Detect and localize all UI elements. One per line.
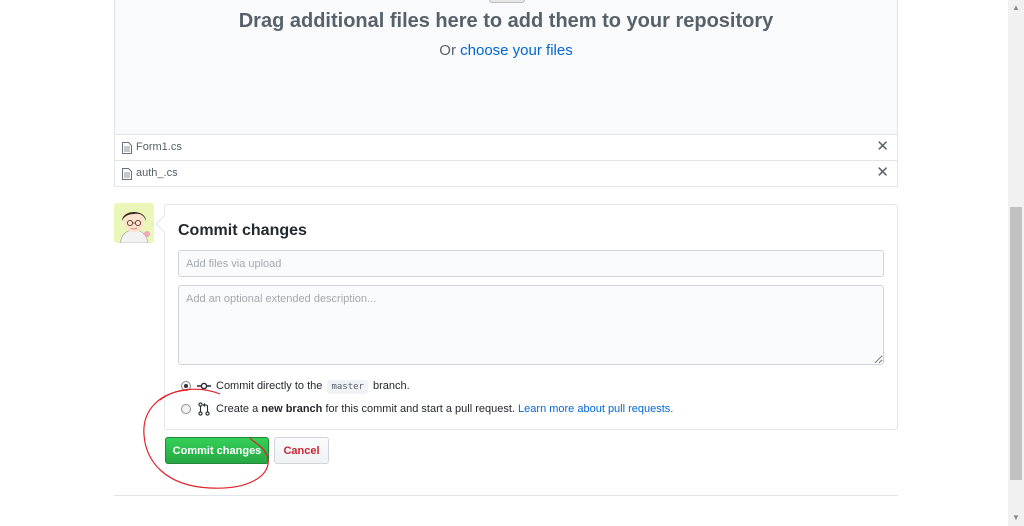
commit-summary-input[interactable] (178, 250, 884, 277)
file-icon (122, 142, 132, 154)
commit-changes-button[interactable]: Commit changes (165, 437, 269, 464)
x-icon[interactable]: ✕ (876, 139, 889, 155)
scroll-thumb[interactable] (1010, 207, 1022, 480)
commit-form-arrow (155, 215, 173, 233)
file-icon (122, 168, 132, 180)
scroll-down-icon[interactable]: ▼ (1008, 510, 1024, 526)
branch-name: master (327, 380, 368, 394)
file-name: Form1.cs (136, 141, 182, 153)
new-branch-label: Create a new branch for this commit and … (216, 403, 673, 415)
dropzone-or-text: Or (439, 42, 456, 59)
uploaded-file-list: Form1.cs ✕ auth_.cs ✕ (114, 134, 898, 187)
learn-pull-requests-link[interactable]: Learn more about pull requests. (518, 403, 673, 415)
git-pull-request-icon (198, 402, 210, 416)
choose-files-link[interactable]: choose your files (460, 42, 573, 59)
commit-direct-radio[interactable] (181, 381, 191, 391)
file-row: auth_.cs ✕ (115, 160, 897, 186)
new-branch-prefix: Create a (216, 403, 259, 415)
commit-title: Commit changes (178, 222, 307, 239)
avatar[interactable] (114, 203, 154, 243)
new-branch-radio[interactable] (181, 404, 191, 414)
commit-direct-prefix: Commit directly to the (216, 380, 323, 392)
new-branch-bold: new branch (261, 403, 323, 415)
footer-divider (114, 495, 898, 496)
avatar-illustration-icon (114, 203, 154, 243)
dropzone-subtitle: Or choose your files (115, 42, 897, 59)
cancel-button[interactable]: Cancel (274, 437, 329, 464)
dropzone-title: Drag additional files here to add them t… (238, 10, 774, 32)
git-commit-icon (197, 382, 211, 390)
file-name: auth_.cs (136, 167, 178, 179)
scroll-up-icon[interactable]: ▲ (1008, 0, 1024, 16)
commit-form: Commit changes Commit directly to the ma… (155, 204, 898, 430)
x-icon[interactable]: ✕ (876, 165, 889, 181)
commit-description-input[interactable] (178, 285, 884, 365)
dropzone-handle (489, 0, 525, 3)
commit-direct-label: Commit directly to the master branch. (216, 380, 410, 394)
commit-direct-suffix: branch. (373, 380, 410, 392)
file-row: Form1.cs ✕ (115, 134, 897, 160)
new-branch-suffix: for this commit and start a pull request… (325, 403, 515, 415)
file-dropzone[interactable]: Drag additional files here to add them t… (114, 0, 898, 135)
vertical-scrollbar[interactable]: ▲ ▼ (1008, 0, 1024, 526)
